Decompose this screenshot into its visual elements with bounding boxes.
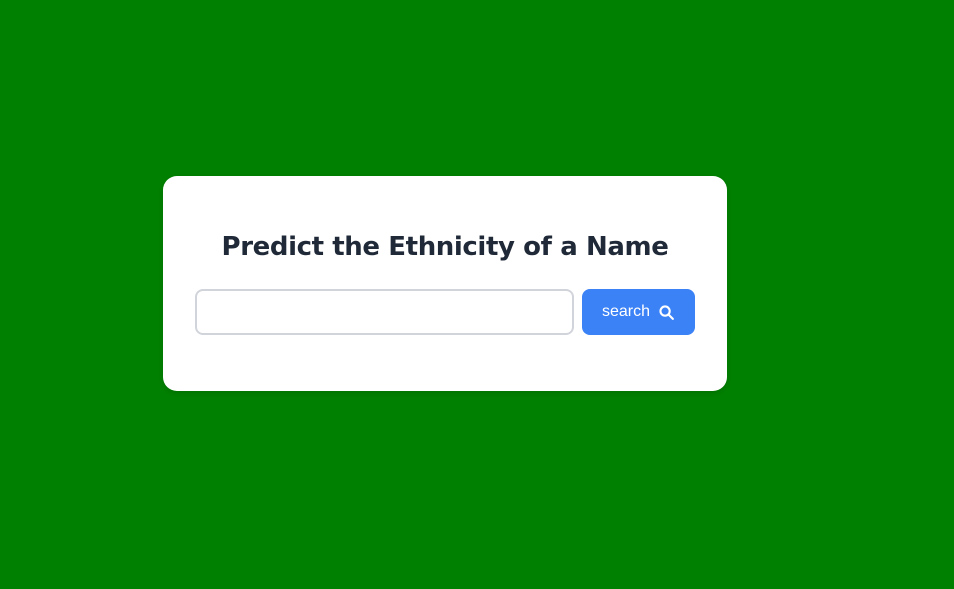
search-button[interactable]: search	[582, 289, 695, 335]
search-button-label: search	[601, 303, 651, 320]
page-title: Predict the Ethnicity of a Name	[221, 232, 669, 262]
search-card: Predict the Ethnicity of a Name search	[163, 176, 727, 391]
search-form: search	[195, 289, 695, 335]
search-icon	[658, 304, 675, 321]
search-input[interactable]	[195, 289, 574, 335]
